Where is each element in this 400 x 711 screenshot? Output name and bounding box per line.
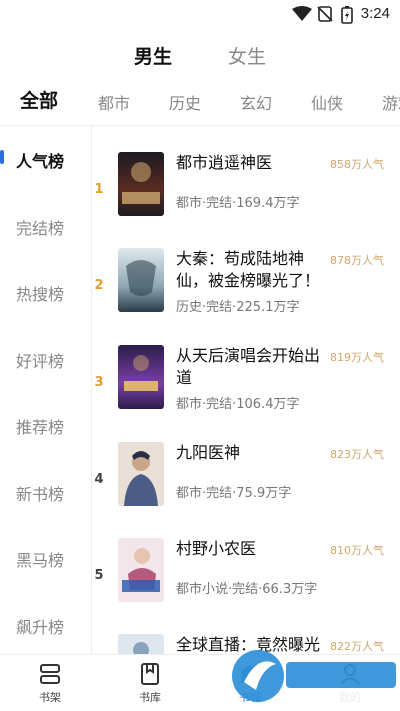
- rank-number: 3: [94, 375, 104, 390]
- category-tab-history[interactable]: 历史: [169, 90, 201, 114]
- popularity-count: 823万人气: [330, 448, 384, 461]
- book-title[interactable]: 都市逍遥神医: [176, 152, 320, 174]
- category-tab-games[interactable]: 游戏: [382, 90, 400, 114]
- book-cover[interactable]: [118, 442, 164, 506]
- popularity-count: 810万人气: [330, 544, 384, 557]
- book-item[interactable]: 5 村野小农医 都市小说·完结·66.3万字 810万人气: [92, 538, 400, 634]
- battery-icon: [341, 6, 353, 24]
- category-tab-all[interactable]: 全部: [20, 86, 58, 113]
- sidebar-item-dark-horse[interactable]: 黑马榜: [16, 547, 64, 571]
- book-title[interactable]: 村野小农医: [176, 538, 320, 560]
- tab-female[interactable]: 女生: [228, 42, 266, 69]
- ranking-sidebar: 人气榜 完结榜 热搜榜 好评榜 推荐榜 新书榜 黑马榜 飙升榜: [0, 126, 92, 654]
- book-cover[interactable]: [118, 538, 164, 602]
- book-cover[interactable]: [118, 248, 164, 312]
- active-indicator: [0, 150, 4, 164]
- book-item[interactable]: 4 九阳医神 都市·完结·75.9万字 823万人气: [92, 442, 400, 538]
- book-list: 1 都市逍遥神医 都市·完结·169.4万字 858万人气 2 大秦：苟成陆地神…: [92, 126, 400, 654]
- sidebar-item-hot-search[interactable]: 热搜榜: [16, 281, 64, 305]
- nav-bookshelf[interactable]: 书架: [20, 663, 80, 705]
- sidebar-item-completed[interactable]: 完结榜: [16, 215, 64, 239]
- no-sim-icon: [317, 6, 333, 22]
- wifi-icon: [292, 6, 312, 21]
- tab-male[interactable]: 男生: [134, 42, 172, 69]
- category-tab-xianxia[interactable]: 仙侠: [311, 90, 343, 114]
- category-tabs: 全部 都市 历史 玄幻 仙侠 游戏: [0, 86, 400, 114]
- library-icon: [141, 663, 159, 685]
- rank-number: 5: [94, 568, 104, 583]
- sidebar-item-recommended[interactable]: 推荐榜: [16, 414, 64, 438]
- popularity-count: 858万人气: [330, 158, 384, 171]
- book-item[interactable]: 3 从天后演唱会开始出道 都市·完结·106.4万字 819万人气: [92, 345, 400, 441]
- sidebar-item-rising[interactable]: 飙升榜: [16, 614, 64, 638]
- rank-number: 4: [94, 472, 104, 487]
- bookshelf-icon: [40, 664, 60, 684]
- book-meta: 都市·完结·106.4万字: [176, 397, 300, 412]
- nav-label: 书库: [139, 691, 161, 704]
- rank-number: 1: [94, 182, 104, 197]
- nav-library[interactable]: 书库: [120, 663, 180, 705]
- book-meta: 历史·完结·225.1万字: [176, 300, 300, 315]
- book-title[interactable]: 从天后演唱会开始出道: [176, 345, 320, 389]
- book-item[interactable]: 1 都市逍遥神医 都市·完结·169.4万字 858万人气: [92, 152, 400, 248]
- book-cover[interactable]: [118, 634, 164, 654]
- site-watermark: [228, 634, 400, 711]
- book-meta: 都市小说·完结·66.3万字: [176, 582, 318, 597]
- book-cover[interactable]: [118, 152, 164, 216]
- nav-label: 书架: [39, 691, 61, 704]
- sidebar-item-top-rated[interactable]: 好评榜: [16, 348, 64, 372]
- category-tab-fantasy[interactable]: 玄幻: [240, 90, 272, 114]
- popularity-count: 878万人气: [330, 254, 384, 267]
- category-tab-urban[interactable]: 都市: [98, 90, 130, 114]
- sidebar-item-popularity[interactable]: 人气榜: [16, 148, 64, 172]
- book-title[interactable]: 大秦：苟成陆地神仙，被金榜曝光了！: [176, 248, 320, 292]
- popularity-count: 819万人气: [330, 351, 384, 364]
- book-title[interactable]: 九阳医神: [176, 442, 320, 464]
- book-meta: 都市·完结·169.4万字: [176, 196, 300, 211]
- gender-tabs: 男生 女生: [0, 42, 400, 70]
- sidebar-item-new-books[interactable]: 新书榜: [16, 481, 64, 505]
- book-meta: 都市·完结·75.9万字: [176, 486, 292, 501]
- status-time: 3:24: [360, 5, 390, 22]
- status-bar: 3:24: [0, 0, 400, 30]
- rank-number: 2: [94, 278, 104, 293]
- book-item[interactable]: 2 大秦：苟成陆地神仙，被金榜曝光了！ 历史·完结·225.1万字 878万人气: [92, 248, 400, 344]
- book-cover[interactable]: [118, 345, 164, 409]
